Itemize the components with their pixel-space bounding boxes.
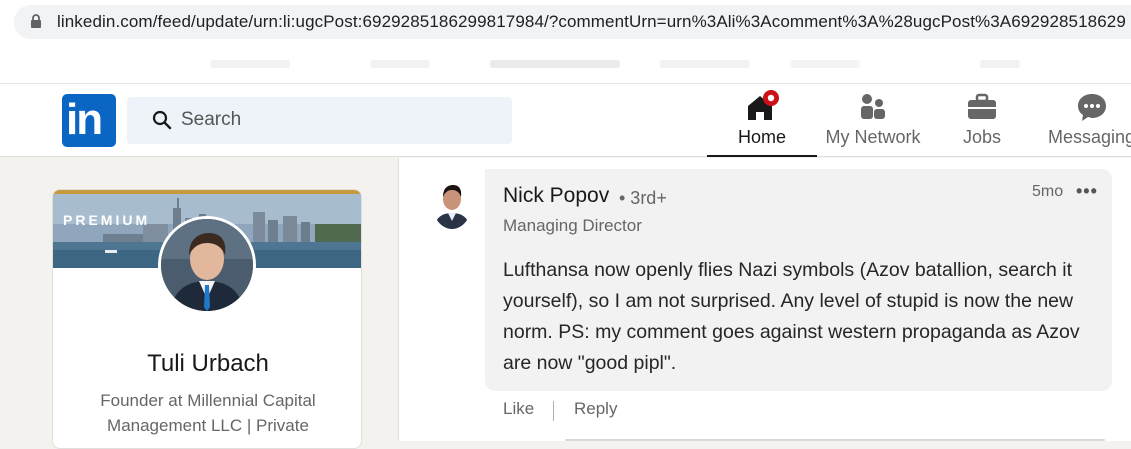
comment-bubble: Nick Popov • 3rd+ Managing Director 5mo … <box>485 169 1112 391</box>
bookmarks-bar <box>0 46 1131 84</box>
briefcase-icon <box>968 93 996 119</box>
comment-section: Nick Popov • 3rd+ Managing Director 5mo … <box>398 158 1131 441</box>
left-sidebar: PREMIUM Tuli Urbach Founder at Millennia… <box>0 158 398 449</box>
premium-badge: PREMIUM <box>63 212 151 228</box>
commenter-name[interactable]: Nick Popov <box>503 184 609 208</box>
profile-avatar[interactable] <box>158 216 256 314</box>
search-icon <box>152 110 172 130</box>
commenter-title: Managing Director <box>503 216 642 235</box>
action-divider <box>553 401 554 421</box>
more-options-icon[interactable]: ••• <box>1076 181 1098 202</box>
search-input[interactable] <box>181 106 481 134</box>
lock-icon <box>31 14 41 28</box>
nav-home[interactable]: Home <box>707 84 817 157</box>
like-button[interactable]: Like <box>503 399 534 419</box>
profile-card: PREMIUM Tuli Urbach Founder at Millennia… <box>52 189 362 449</box>
nav-jobs-label: Jobs <box>962 127 1002 147</box>
browser-toolbar: linkedin.com/feed/update/urn:li:ugcPost:… <box>0 0 1131 46</box>
nav-home-label: Home <box>737 127 786 147</box>
linkedin-logo[interactable]: in <box>62 94 116 147</box>
nav-my-network-label: My Network <box>825 127 921 147</box>
search-box[interactable] <box>127 97 512 144</box>
comment-timestamp: 5mo <box>1032 183 1064 200</box>
network-icon <box>861 94 885 119</box>
nav-messaging-label: Messaging <box>1048 127 1131 147</box>
top-nav: in Home My Network Jobs <box>0 84 1131 157</box>
nav-my-network[interactable]: My Network <box>817 84 929 157</box>
url-text[interactable]: linkedin.com/feed/update/urn:li:ugcPost:… <box>57 12 1126 32</box>
profile-name[interactable]: Tuli Urbach <box>53 350 361 378</box>
profile-headline: Founder at Millennial Capital Management… <box>100 391 316 435</box>
messaging-icon <box>1078 94 1106 121</box>
connection-degree: • 3rd+ <box>619 188 667 208</box>
comment-text: Lufthansa now openly flies Nazi symbols … <box>503 259 1080 374</box>
home-icon <box>748 90 779 120</box>
reply-button[interactable]: Reply <box>574 399 617 419</box>
nav-jobs[interactable]: Jobs <box>937 84 1027 157</box>
commenter-avatar[interactable] <box>432 177 472 229</box>
nav-messaging[interactable]: Messaging <box>1040 84 1131 157</box>
